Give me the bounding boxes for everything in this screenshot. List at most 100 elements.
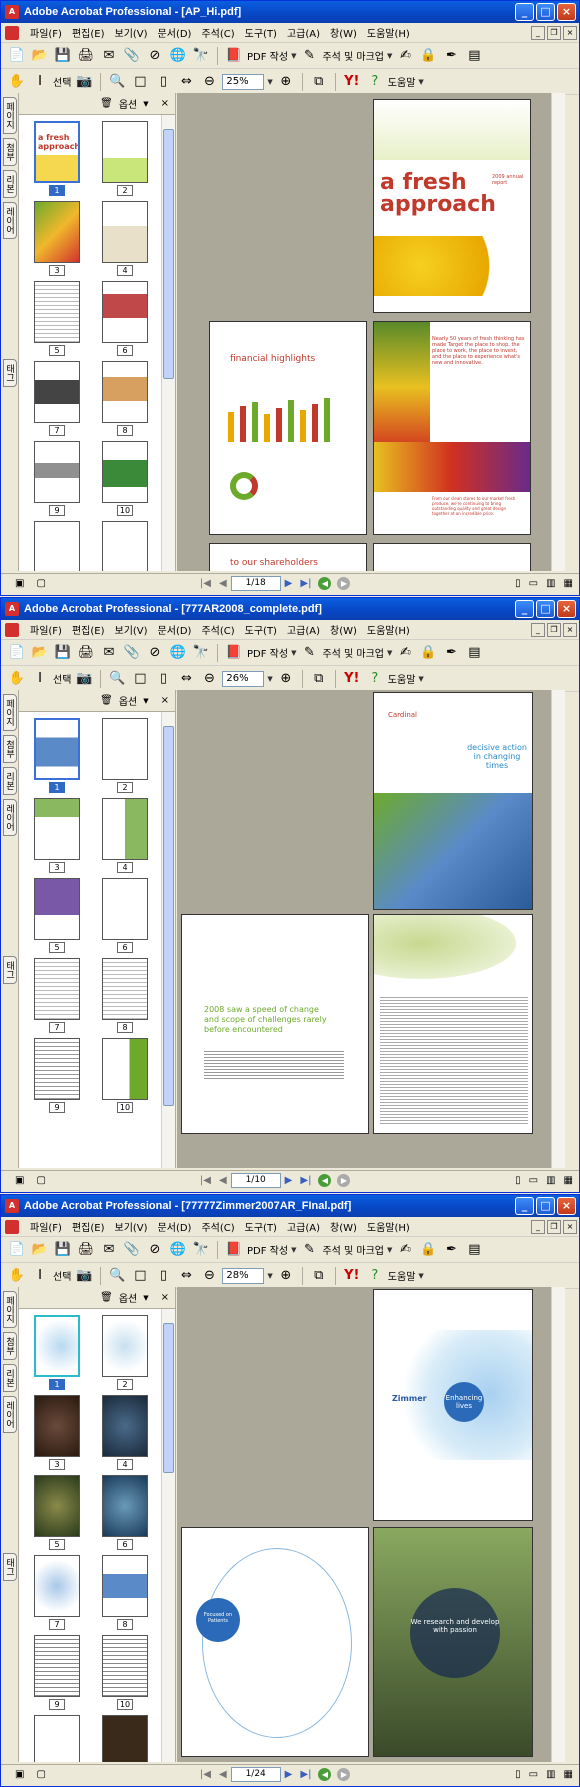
tab-tags[interactable]: 태그: [3, 956, 17, 984]
stop-icon[interactable]: ⊘: [145, 643, 165, 663]
chevron-down-icon[interactable]: ▼: [418, 1272, 423, 1280]
minimize-button[interactable]: _: [515, 600, 534, 618]
forward-icon[interactable]: ▶: [337, 1174, 351, 1187]
chevron-down-icon[interactable]: ▼: [418, 78, 423, 86]
zoom-out-icon[interactable]: ⊖: [199, 72, 219, 92]
thumbnail-page[interactable]: [102, 441, 148, 503]
menu-help[interactable]: 도움말(H): [362, 25, 415, 40]
doc-close-button[interactable]: ×: [563, 25, 577, 40]
lock-icon[interactable]: 🔒: [418, 643, 438, 663]
thumbnail-scrollbar[interactable]: [161, 115, 175, 571]
help-icon[interactable]: ?: [365, 72, 385, 92]
pdf-create-label[interactable]: PDF 작성: [247, 645, 288, 660]
document-scrollbar[interactable]: [551, 1287, 565, 1762]
thumbnail-page[interactable]: [102, 1395, 148, 1457]
next-page-icon[interactable]: ▶: [285, 578, 293, 589]
menu-comments[interactable]: 주석(C): [196, 622, 239, 637]
print-icon[interactable]: 🖨: [76, 643, 96, 663]
yahoo-icon[interactable]: Y!: [342, 669, 362, 689]
thumbnail-page[interactable]: [34, 958, 80, 1020]
select-label[interactable]: 선택: [53, 1268, 71, 1283]
tab-pages[interactable]: 페이지: [3, 1291, 17, 1328]
forward-icon[interactable]: ▶: [337, 577, 351, 590]
thumbnail-page[interactable]: [34, 1395, 80, 1457]
forms-icon[interactable]: ▤: [464, 643, 484, 663]
web-icon[interactable]: 🌐: [168, 643, 188, 663]
page-thumb-icon[interactable]: ▢: [36, 578, 45, 589]
back-icon[interactable]: ◀: [318, 577, 332, 590]
thumbnail-page[interactable]: [102, 958, 148, 1020]
tab-ribbon[interactable]: 리본: [3, 170, 17, 198]
actual-size-icon[interactable]: □: [130, 72, 150, 92]
annotate-icon[interactable]: ✎: [299, 46, 319, 66]
page-view-icon[interactable]: ▣: [15, 1769, 24, 1780]
doc-restore-button[interactable]: ❐: [547, 622, 561, 637]
pdf-create-icon[interactable]: 📕: [224, 643, 244, 663]
menu-comments[interactable]: 주석(C): [196, 1219, 239, 1234]
continuous-icon[interactable]: ▭: [529, 578, 538, 589]
menu-tools[interactable]: 도구(T): [240, 25, 282, 40]
chevron-down-icon[interactable]: ▼: [387, 52, 392, 60]
zoom-in-icon[interactable]: ⊕: [276, 72, 296, 92]
chevron-down-icon[interactable]: ▼: [418, 675, 423, 683]
forms-icon[interactable]: ▤: [464, 46, 484, 66]
annotate-icon[interactable]: ✎: [299, 1240, 319, 1260]
email-icon[interactable]: ✉: [99, 1240, 119, 1260]
chevron-down-icon[interactable]: ▼: [291, 649, 296, 657]
menu-edit[interactable]: 편집(E): [67, 622, 110, 637]
first-page-icon[interactable]: |◀: [200, 1175, 211, 1186]
continuous-icon[interactable]: ▭: [529, 1769, 538, 1780]
menu-tools[interactable]: 도구(T): [240, 1219, 282, 1234]
thumbnail-page[interactable]: [34, 1315, 80, 1377]
menu-edit[interactable]: 편집(E): [67, 25, 110, 40]
fit-width-icon[interactable]: ⇔: [176, 669, 196, 689]
close-button[interactable]: ×: [557, 3, 576, 21]
pdf-create-icon[interactable]: 📕: [224, 46, 244, 66]
tab-attachments[interactable]: 첨부: [3, 138, 17, 166]
maximize-button[interactable]: □: [536, 3, 555, 21]
facing-icon[interactable]: ▥: [546, 1769, 555, 1780]
help-icon[interactable]: ?: [365, 1266, 385, 1286]
page-number-field[interactable]: 1/10: [230, 1173, 281, 1188]
thumbnail-scrollbar[interactable]: [161, 712, 175, 1168]
zoom-input[interactable]: 28%: [222, 1267, 265, 1284]
thumbnail-page[interactable]: [102, 878, 148, 940]
binoculars-icon[interactable]: 🔭: [191, 46, 211, 66]
thumbnail-page[interactable]: [102, 201, 148, 263]
menu-help[interactable]: 도움말(H): [362, 1219, 415, 1234]
document-scrollbar[interactable]: [551, 93, 565, 571]
doc-minimize-button[interactable]: _: [531, 622, 545, 637]
continuous-facing-icon[interactable]: ▦: [564, 1769, 573, 1780]
thumbnail-page[interactable]: [34, 1475, 80, 1537]
tab-tags[interactable]: 태그: [3, 1553, 17, 1581]
annotate-label[interactable]: 주석 및 마크업: [322, 48, 384, 63]
sign-icon[interactable]: ✍: [395, 46, 415, 66]
trash-icon[interactable]: 🗑: [100, 695, 113, 706]
menu-document[interactable]: 문서(D): [153, 1219, 197, 1234]
menu-window[interactable]: 창(W): [325, 25, 362, 40]
yahoo-icon[interactable]: Y!: [342, 72, 362, 92]
annotate-label[interactable]: 주석 및 마크업: [322, 1242, 384, 1257]
thumbnail-scrollbar[interactable]: [161, 1309, 175, 1762]
thumbnail-page[interactable]: [34, 798, 80, 860]
last-page-icon[interactable]: ▶|: [300, 1175, 311, 1186]
forward-icon[interactable]: ▶: [337, 1768, 351, 1781]
create-pdf-icon[interactable]: 📄: [7, 643, 27, 663]
snapshot-icon[interactable]: 📷: [74, 669, 94, 689]
thumbnail-page[interactable]: [102, 718, 148, 780]
chevron-down-icon[interactable]: ▼: [143, 100, 148, 108]
last-page-icon[interactable]: ▶|: [300, 1769, 311, 1780]
thumbnail-page[interactable]: [34, 1555, 80, 1617]
options-label[interactable]: 옵션: [119, 693, 137, 708]
page-layout-icon[interactable]: ⧉: [309, 72, 329, 92]
snapshot-icon[interactable]: 📷: [74, 1266, 94, 1286]
page-view-icon[interactable]: ▣: [15, 1175, 24, 1186]
web-icon[interactable]: 🌐: [168, 1240, 188, 1260]
chevron-down-icon[interactable]: ▼: [267, 1272, 272, 1280]
menu-advanced[interactable]: 고급(A): [282, 622, 325, 637]
continuous-facing-icon[interactable]: ▦: [564, 1175, 573, 1186]
doc-minimize-button[interactable]: _: [531, 25, 545, 40]
options-label[interactable]: 옵션: [119, 96, 137, 111]
fit-page-icon[interactable]: ▯: [153, 1266, 173, 1286]
maximize-button[interactable]: □: [536, 600, 555, 618]
